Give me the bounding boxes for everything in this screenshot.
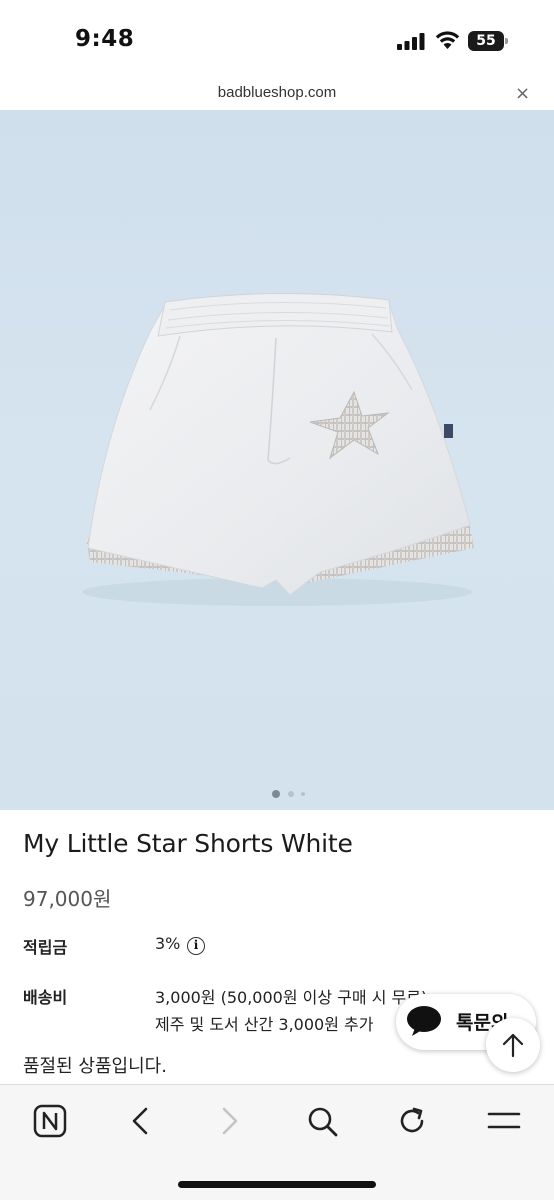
arrow-up-icon xyxy=(502,1033,524,1058)
carousel-dot[interactable] xyxy=(301,792,305,796)
shipping-label: 배송비 xyxy=(23,988,68,1007)
soldout-notice: 품절된 상품입니다. xyxy=(23,1056,167,1077)
browser-toolbar xyxy=(0,1084,554,1200)
home-indicator[interactable] xyxy=(178,1181,376,1188)
status-time: 9:48 xyxy=(75,26,135,52)
scroll-top-button[interactable] xyxy=(486,1018,540,1072)
status-bar: 9:48 55 xyxy=(0,0,554,80)
carousel-dot[interactable] xyxy=(272,790,280,798)
carousel-dots[interactable] xyxy=(272,790,312,800)
refresh-button[interactable] xyxy=(390,1101,434,1141)
wifi-icon xyxy=(435,31,460,49)
battery-icon: 55 xyxy=(468,31,508,51)
product-title: My Little Star Shorts White xyxy=(23,829,353,858)
battery-level: 55 xyxy=(476,33,496,49)
search-button[interactable] xyxy=(300,1101,344,1141)
url-bar[interactable]: badblueshop.com × xyxy=(0,80,554,110)
product-price: 97,000원 xyxy=(23,887,112,911)
url-domain[interactable]: badblueshop.com xyxy=(0,84,554,101)
naver-home-icon xyxy=(33,1104,67,1138)
menu-icon xyxy=(487,1112,521,1129)
product-image[interactable] xyxy=(0,110,554,810)
forward-icon xyxy=(222,1107,238,1135)
carousel-dot[interactable] xyxy=(288,791,294,797)
shipping-fee-text: 3,000원 (50,000원 이상 구매 시 무료) xyxy=(155,988,428,1007)
refresh-icon xyxy=(400,1107,424,1133)
forward-button[interactable] xyxy=(208,1101,252,1141)
info-icon[interactable]: i xyxy=(187,937,205,955)
shorts-image xyxy=(82,292,474,606)
signal-icon xyxy=(397,33,425,50)
chat-bubble-icon xyxy=(407,1006,441,1036)
back-icon xyxy=(132,1107,148,1135)
back-button[interactable] xyxy=(118,1101,162,1141)
naver-home-button[interactable] xyxy=(28,1101,72,1141)
search-icon xyxy=(308,1107,338,1137)
shipping-extra-text: 제주 및 도서 산간 3,000원 추가 xyxy=(155,1015,374,1034)
menu-button[interactable] xyxy=(482,1101,526,1141)
points-label: 적립금 xyxy=(23,938,68,957)
close-icon[interactable]: × xyxy=(515,85,530,103)
points-value: 3% xyxy=(155,934,181,953)
